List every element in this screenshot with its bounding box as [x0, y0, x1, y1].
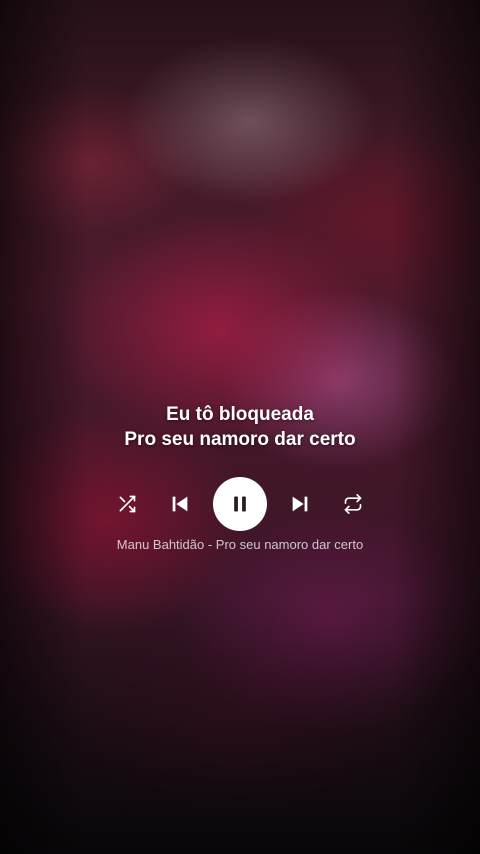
skip-next-icon — [292, 496, 308, 512]
repeat-button[interactable] — [340, 492, 366, 516]
skip-previous-icon — [172, 496, 188, 512]
pause-button[interactable] — [213, 477, 267, 531]
track-info: Manu Bahtidão - Pro seu namoro dar certo — [116, 537, 364, 552]
shuffle-button[interactable] — [114, 492, 140, 516]
music-lyrics-screen: Eu tô bloqueada Pro seu namoro dar certo — [0, 0, 480, 854]
repeat-icon — [344, 494, 362, 514]
previous-track-button[interactable] — [167, 491, 193, 517]
next-track-button[interactable] — [287, 491, 313, 517]
lyric-line-1: Eu tô bloqueada — [166, 404, 314, 425]
lyrics-display: Eu tô bloqueada Pro seu namoro dar certo — [0, 402, 480, 452]
playback-controls — [0, 477, 480, 531]
shuffle-icon — [119, 495, 136, 513]
pause-icon — [234, 496, 246, 512]
lyric-line-2: Pro seu namoro dar certo — [124, 429, 356, 450]
